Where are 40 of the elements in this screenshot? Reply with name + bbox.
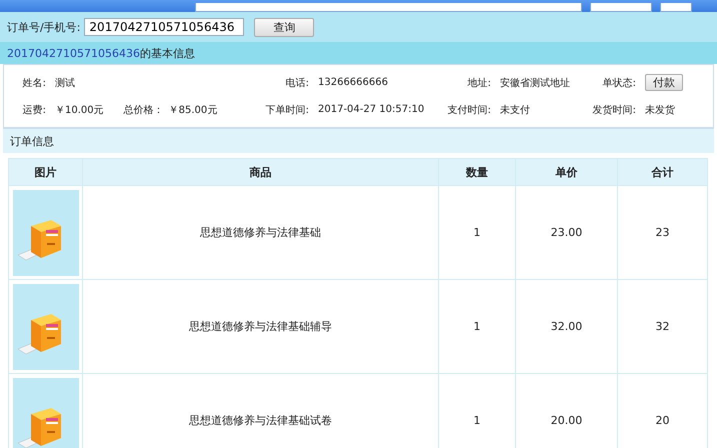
unit-price-cell: 32.00 [516,280,618,374]
column-header: 单价 [516,158,618,186]
field-value: ￥10.00元 [55,104,104,116]
order-number-field[interactable]: 2017042710571056436 [84,18,244,36]
section-title: 订单信息 [10,134,54,148]
product-name-cell: 思想道德修养与法律基础 [82,186,438,280]
field-value: 未支付 [500,104,530,116]
quantity-cell: 1 [438,280,516,374]
basic-info-title: 的基本信息 [140,46,195,60]
bookshelf-cabinet-drawing [12,378,78,448]
field-value: 未发货 [645,104,675,116]
quantity-cell: 1 [438,186,516,280]
order-number-label: 订单号/手机号: [7,20,80,34]
field-value: 安徽省测试地址 [500,76,570,90]
order-number-link[interactable]: 2017042710571056436 [7,46,140,60]
field-label: 总价格： [124,104,160,116]
column-header: 图片 [8,158,82,186]
field-label: 地址: [466,76,491,90]
field-value: ￥85.00元 [168,104,218,116]
total-cell: 23 [618,186,708,280]
column-header: 商品 [82,158,438,186]
query-button[interactable]: 查询 [254,18,314,36]
field-label: 电话: [284,76,309,90]
field-value: 13266666666 [318,77,388,88]
pay-button[interactable]: 付款 [645,74,683,91]
field-label: 姓名: [22,76,46,90]
field-label: 运费: [22,104,46,116]
column-header: 数量 [438,158,516,186]
field-label: 支付时间: [446,104,491,116]
search-button[interactable] [660,3,692,12]
field-value: 2017-04-27 10:57:10 [318,104,424,115]
total-cell: 32 [618,280,708,374]
field-label: 下单时间: [264,104,309,116]
unit-price-cell: 23.00 [516,186,618,280]
column-header: 合计 [618,158,708,186]
product-name-cell: 思想道德修养与法律基础辅导 [82,280,438,374]
field-label: 单状态: [602,76,636,90]
category-select[interactable] [590,3,652,12]
field-value: 测试 [55,76,75,90]
field-label: 发货时间: [592,104,636,116]
